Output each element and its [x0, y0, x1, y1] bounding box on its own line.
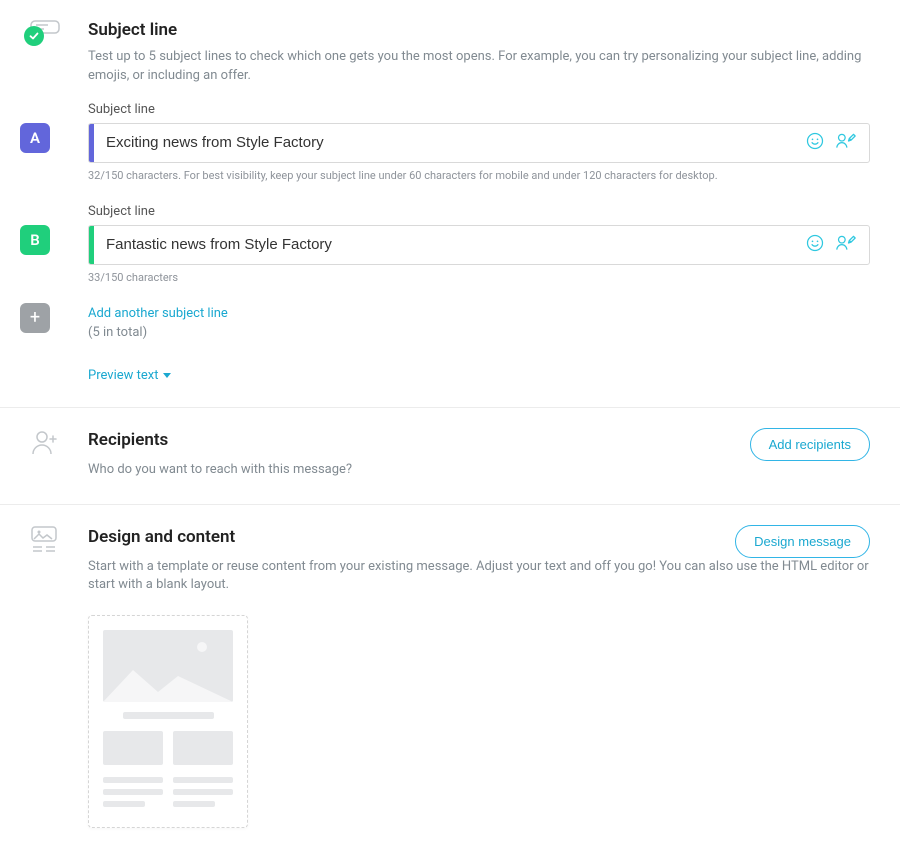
subject-line-field-label-b: Subject line: [88, 204, 870, 219]
preview-text-toggle[interactable]: Preview text: [88, 368, 171, 383]
add-subject-line-link[interactable]: Add another subject line: [88, 306, 870, 321]
subject-line-field-label-a: Subject line: [88, 102, 870, 117]
add-subject-line-sub: (5 in total): [88, 325, 870, 340]
template-bar: [123, 712, 214, 719]
subject-line-section: Subject line Test up to 5 subject lines …: [0, 0, 900, 408]
personalize-icon[interactable]: [835, 131, 857, 155]
subject-line-desc: Test up to 5 subject lines to check whic…: [88, 48, 870, 86]
subject-helper-a: 32/150 characters. For best visibility, …: [88, 169, 870, 182]
recipients-desc: Who do you want to reach with this messa…: [88, 461, 870, 480]
subject-input-a[interactable]: [94, 134, 805, 151]
template-image-placeholder: [103, 630, 233, 702]
emoji-icon[interactable]: [805, 131, 825, 155]
template-lines: [103, 777, 233, 813]
template-placeholder[interactable]: [88, 615, 248, 828]
subject-input-b[interactable]: [94, 236, 805, 253]
design-icon: [30, 540, 58, 559]
chevron-down-icon: [163, 373, 171, 378]
subject-input-wrap-b: [88, 225, 870, 265]
preview-text-label: Preview text: [88, 368, 159, 383]
subject-line-title: Subject line: [88, 20, 870, 40]
subject-line-icon: [30, 20, 88, 40]
emoji-icon[interactable]: [805, 233, 825, 257]
subject-helper-b: 33/150 characters: [88, 271, 870, 284]
personalize-icon[interactable]: [835, 233, 857, 257]
recipients-section: Recipients Add recipients Who do you wan…: [0, 408, 900, 505]
add-recipients-button[interactable]: Add recipients: [750, 428, 870, 461]
add-variant-button[interactable]: +: [20, 303, 50, 333]
template-row: [103, 731, 233, 765]
design-desc: Start with a template or reuse content f…: [88, 558, 870, 596]
subject-input-wrap-a: [88, 123, 870, 163]
design-title: Design and content: [88, 527, 235, 547]
design-section: Design and content Design message Start …: [0, 505, 900, 858]
design-message-button[interactable]: Design message: [735, 525, 870, 558]
recipients-title: Recipients: [88, 430, 168, 450]
recipients-icon: [30, 441, 60, 460]
check-badge-icon: [24, 26, 44, 46]
variant-chip-b: B: [20, 225, 50, 255]
variant-chip-a: A: [20, 123, 50, 153]
